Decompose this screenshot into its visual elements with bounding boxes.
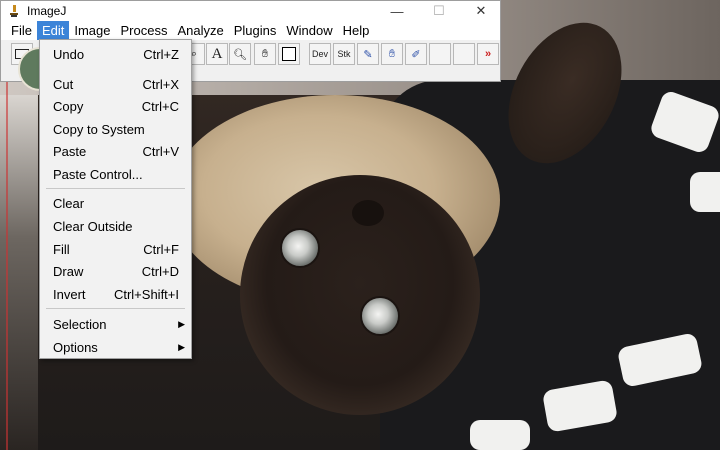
menu-bar: File Edit Image Process Analyze Plugins … bbox=[1, 21, 500, 40]
cat-eye-right bbox=[360, 296, 400, 336]
menu-edit[interactable]: Edit bbox=[36, 21, 70, 40]
menu-item-copy-to-system[interactable]: Copy to System bbox=[40, 118, 191, 140]
menu-item-label: Undo bbox=[53, 46, 85, 62]
menu-item-shortcut: Ctrl+V bbox=[142, 143, 179, 159]
menu-item-undo[interactable]: Undo Ctrl+Z bbox=[40, 43, 191, 65]
menu-item-shortcut: Ctrl+Shift+I bbox=[113, 286, 179, 302]
pencil-icon: ✐ bbox=[411, 48, 421, 61]
menu-item-shortcut: Ctrl+X bbox=[142, 76, 179, 92]
minimize-button[interactable]: — bbox=[377, 1, 417, 21]
blanket-stripe bbox=[470, 420, 530, 450]
zoom-icon: 🔍︎ bbox=[233, 48, 247, 61]
menu-item-shortcut: Ctrl+D bbox=[141, 263, 179, 279]
brush-icon: ✎ bbox=[363, 48, 373, 61]
text-tool[interactable]: A bbox=[206, 43, 228, 65]
empty-tool-slot[interactable] bbox=[453, 43, 475, 65]
menu-item-label: Draw bbox=[53, 263, 84, 279]
submenu-arrow-icon: ▶ bbox=[178, 318, 185, 329]
zoom-tool[interactable]: 🔍︎ bbox=[229, 43, 251, 65]
menu-item-label: Copy bbox=[53, 98, 84, 114]
blanket-stripe bbox=[690, 172, 720, 212]
menu-item-draw[interactable]: Draw Ctrl+D bbox=[40, 260, 191, 282]
menu-item-label: Cut bbox=[53, 76, 74, 92]
image-window-border bbox=[6, 80, 8, 450]
menu-plugins[interactable]: Plugins bbox=[229, 21, 282, 40]
menu-item-options[interactable]: Options ▶ bbox=[40, 336, 191, 358]
stk-label: Stk bbox=[337, 49, 351, 59]
menu-item-clear-outside[interactable]: Clear Outside bbox=[40, 215, 191, 237]
menu-item-fill[interactable]: Fill Ctrl+F bbox=[40, 238, 191, 260]
maximize-button[interactable]: ☐ bbox=[419, 1, 459, 21]
menu-item-label: Invert bbox=[53, 286, 86, 302]
menu-analyze[interactable]: Analyze bbox=[172, 21, 228, 40]
menu-item-paste-control[interactable]: Paste Control... bbox=[40, 163, 191, 185]
menu-item-label: Fill bbox=[53, 241, 70, 257]
developer-menu-tool[interactable]: Dev bbox=[309, 43, 331, 65]
stack-tool[interactable]: Stk bbox=[333, 43, 355, 65]
title-bar[interactable]: ImageJ — ☐ ✕ bbox=[1, 1, 500, 21]
more-tools-button[interactable]: » bbox=[477, 43, 499, 65]
menu-item-invert[interactable]: Invert Ctrl+Shift+I bbox=[40, 283, 191, 305]
double-chevron-icon: » bbox=[484, 48, 492, 60]
menu-item-shortcut: Ctrl+C bbox=[141, 98, 179, 114]
menu-item-clear[interactable]: Clear bbox=[40, 192, 191, 214]
flood-fill-tool[interactable]: ✋︎ bbox=[381, 43, 403, 65]
submenu-arrow-icon: ▶ bbox=[178, 341, 185, 352]
empty-tool-slot[interactable] bbox=[429, 43, 451, 65]
hand-icon: ✋︎ bbox=[261, 47, 269, 60]
scroll-tool[interactable]: ✋︎ bbox=[254, 43, 276, 65]
menu-item-label: Selection bbox=[53, 316, 107, 332]
menu-separator bbox=[46, 308, 185, 309]
menu-item-copy[interactable]: Copy Ctrl+C bbox=[40, 95, 191, 117]
menu-item-shortcut: Ctrl+F bbox=[143, 241, 179, 257]
imagej-microscope-icon bbox=[7, 4, 21, 18]
menu-item-paste[interactable]: Paste Ctrl+V bbox=[40, 140, 191, 162]
flood-fill-icon: ✋︎ bbox=[388, 47, 396, 60]
menu-window[interactable]: Window bbox=[281, 21, 337, 40]
color-picker-tool[interactable] bbox=[278, 43, 300, 65]
menu-item-label: Clear Outside bbox=[53, 218, 133, 234]
color-square-icon bbox=[282, 47, 296, 61]
menu-process[interactable]: Process bbox=[116, 21, 173, 40]
menu-item-selection[interactable]: Selection ▶ bbox=[40, 313, 191, 335]
menu-item-label: Paste Control... bbox=[53, 166, 143, 182]
menu-separator bbox=[46, 188, 185, 189]
cat-nose bbox=[352, 200, 384, 226]
menu-item-label: Paste bbox=[53, 143, 87, 159]
menu-item-label: Options bbox=[53, 339, 98, 355]
menu-item-label: Copy to System bbox=[53, 121, 145, 137]
pencil-tool[interactable]: ✐ bbox=[405, 43, 427, 65]
menu-item-cut[interactable]: Cut Ctrl+X bbox=[40, 73, 191, 95]
brush-tool[interactable]: ✎ bbox=[357, 43, 379, 65]
close-button[interactable]: ✕ bbox=[461, 1, 501, 21]
menu-file[interactable]: File bbox=[6, 21, 37, 40]
edit-dropdown-menu: Undo Ctrl+Z Cut Ctrl+X Copy Ctrl+C Copy … bbox=[39, 39, 192, 359]
menu-item-label: Clear bbox=[53, 195, 85, 211]
menu-item-shortcut: Ctrl+Z bbox=[143, 46, 179, 62]
dev-label: Dev bbox=[311, 49, 328, 59]
text-tool-icon: A bbox=[211, 45, 223, 62]
cat-eye-left bbox=[280, 228, 320, 268]
menu-help[interactable]: Help bbox=[338, 21, 375, 40]
window-title: ImageJ bbox=[27, 4, 67, 18]
menu-image[interactable]: Image bbox=[69, 21, 115, 40]
